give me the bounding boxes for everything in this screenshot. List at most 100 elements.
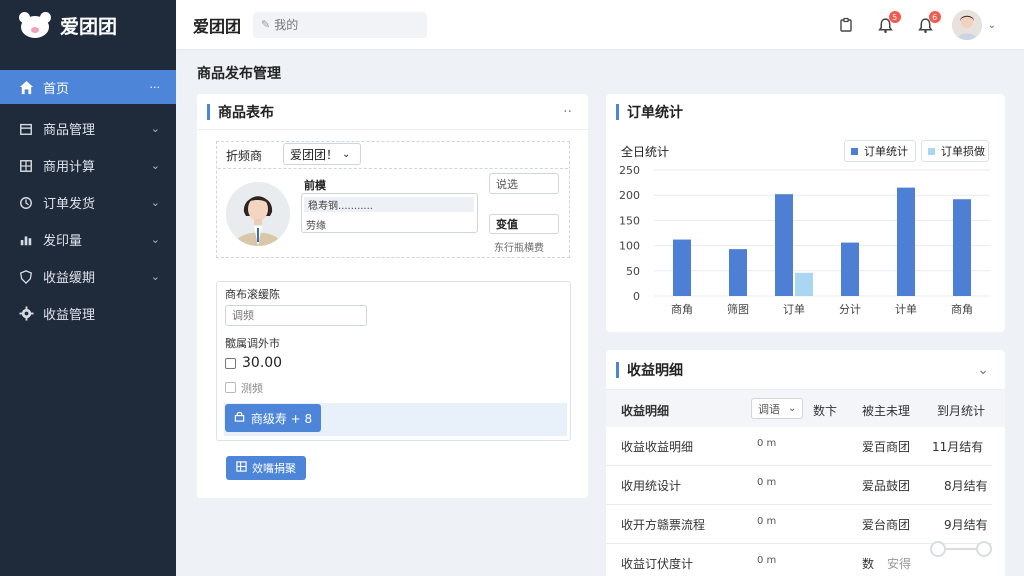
price-value: 30.00 [242, 355, 283, 371]
column-header: 数卞 [813, 404, 838, 418]
row-period: 11月结有 [932, 440, 984, 454]
bar-orders[interactable] [673, 239, 691, 296]
y-tick-label: 50 [626, 265, 640, 278]
column-filter-select[interactable]: 调语 ⌄ [751, 398, 803, 419]
sidebar-item-income-delay[interactable]: 收益缓期 ⌄ [0, 258, 176, 295]
title-accent [616, 361, 619, 378]
table-icon [236, 461, 247, 475]
card-header: 收益明细 ⌄ [606, 350, 1005, 390]
sidebar-item-label: 收益管理 [43, 308, 96, 323]
sidebar-item-label: 收益缓期 [43, 271, 96, 286]
sidebar-item-volume[interactable]: 发印量 ⌄ [0, 221, 176, 258]
home-icon [18, 79, 34, 95]
x-tick-label: 筛图 [727, 302, 749, 316]
filter-select-value: 爱团团！ [290, 147, 339, 162]
bar-orders[interactable] [953, 199, 971, 296]
bear-logo-icon [18, 11, 52, 39]
bell-icon[interactable]: 5 [874, 11, 901, 37]
gear-icon [18, 306, 34, 322]
card-header: 订单统计 [606, 94, 1005, 130]
row-title: 收益收益明细 [621, 440, 694, 454]
side-field-1[interactable]: 说选 [489, 173, 559, 194]
clock-icon [18, 195, 34, 211]
pricing-input[interactable] [225, 305, 367, 326]
sidebar: 爱团团 首页 ··· 商品管理 ⌄ 商用计算 ⌄ 订单发货 ⌄ 发印量 ⌄ 收益… [0, 0, 176, 576]
search-input[interactable] [274, 17, 415, 32]
page-title: 商品发布管理 [197, 66, 281, 82]
bar-loss[interactable] [795, 272, 813, 296]
search-box[interactable]: ✎ [253, 11, 428, 38]
card-title: 商品表布 [218, 104, 274, 121]
user-avatar[interactable] [951, 10, 982, 40]
filter-value: 调语 [758, 402, 780, 416]
more-icon: ··· [149, 80, 161, 94]
sidebar-item-calc[interactable]: 商用计算 ⌄ [0, 147, 176, 184]
row-shop: 数 [862, 557, 875, 571]
product-sub-field: 劳缘 [306, 221, 326, 232]
submit-button[interactable]: 商级寿 + 8 [225, 404, 321, 432]
card-title: 收益明细 [627, 362, 683, 379]
chevron-down-icon: ⌄ [150, 122, 160, 135]
sidebar-item-orders[interactable]: 订单发货 ⌄ [0, 184, 176, 221]
title-accent [616, 104, 619, 120]
scroll-handle[interactable] [930, 540, 1000, 558]
column-header: 到月统计 [937, 404, 986, 418]
y-tick-label: 0 [633, 290, 640, 303]
y-tick-label: 100 [619, 240, 640, 253]
bar-orders[interactable] [841, 242, 859, 296]
chevron-down-icon: ⌄ [150, 233, 160, 246]
filter-select[interactable]: 爱团团！ ⌄ [283, 143, 361, 165]
side-field-2: 东行瓶横费 [494, 243, 544, 254]
bar-orders[interactable] [729, 249, 747, 296]
sidebar-item-label: 发印量 [43, 234, 83, 249]
legend-label: 订单统计 [864, 145, 908, 158]
sidebar-nav: 首页 ··· 商品管理 ⌄ 商用计算 ⌄ 订单发货 ⌄ 发印量 ⌄ 收益缓期 ⌄ [0, 70, 176, 332]
submit-button-label: 商级寿 + 8 [250, 411, 313, 426]
option-label: 测频 [241, 382, 263, 395]
clipboard-icon[interactable] [834, 13, 858, 37]
chevron-down-icon: ⌄ [150, 196, 160, 209]
bar-orders[interactable] [897, 187, 915, 296]
lock-icon [234, 411, 245, 425]
row-period: 9月结有 [944, 518, 988, 532]
x-tick-label: 计单 [895, 303, 917, 316]
sidebar-item-products[interactable]: 商品管理 ⌄ [0, 110, 176, 147]
x-tick-label: 订单 [783, 303, 805, 316]
option-checkbox[interactable] [225, 382, 236, 393]
chevron-down-icon: ⌄ [150, 159, 160, 172]
column-header: 被主未理 [862, 404, 911, 418]
price-checkbox[interactable] [225, 358, 236, 369]
grid-icon [18, 158, 34, 174]
chevron-down-icon: ⌄ [150, 270, 160, 283]
chevron-down-icon[interactable]: ⌄ [988, 20, 996, 31]
row-period: 安得 [887, 557, 912, 571]
alert-bell-icon[interactable]: 6 [914, 11, 941, 37]
x-tick-label: 商角 [951, 302, 973, 316]
product-name-field[interactable]: 稳寿钢........... [304, 197, 474, 212]
footer-button[interactable]: 效嘴捐聚 [226, 456, 306, 480]
row-divider [606, 465, 992, 466]
sidebar-item-label: 商品管理 [43, 123, 96, 138]
more-icon[interactable]: ·· [563, 104, 572, 120]
x-tick-label: 商角 [671, 302, 693, 316]
side-label: 变值 [496, 218, 518, 231]
sidebar-item-income[interactable]: 收益管理 [0, 295, 176, 332]
footer-button-label: 效嘴捐聚 [252, 462, 296, 475]
divider [218, 168, 568, 169]
row-divider [606, 504, 992, 505]
bar-orders[interactable] [775, 194, 793, 296]
row-shop: 爱品鼓团 [862, 479, 911, 493]
card-title: 订单统计 [627, 105, 683, 121]
row-amount: 0 m [757, 438, 777, 449]
x-tick-label: 分计 [839, 303, 861, 316]
app-logo[interactable]: 爱团团 [0, 0, 176, 50]
product-photo [226, 182, 290, 246]
chevron-down-icon[interactable]: ⌄ [977, 362, 989, 378]
bars-icon [18, 232, 34, 248]
shield-icon [18, 269, 34, 285]
order-bar-chart: 250 200 150 100 50 0 商角 筛图 订单 分计 计单 商角 [619, 164, 990, 316]
y-tick-label: 250 [619, 164, 640, 177]
sidebar-item-home[interactable]: 首页 ··· [0, 70, 176, 104]
legend-swatch [851, 147, 858, 155]
y-tick-label: 150 [619, 214, 640, 227]
